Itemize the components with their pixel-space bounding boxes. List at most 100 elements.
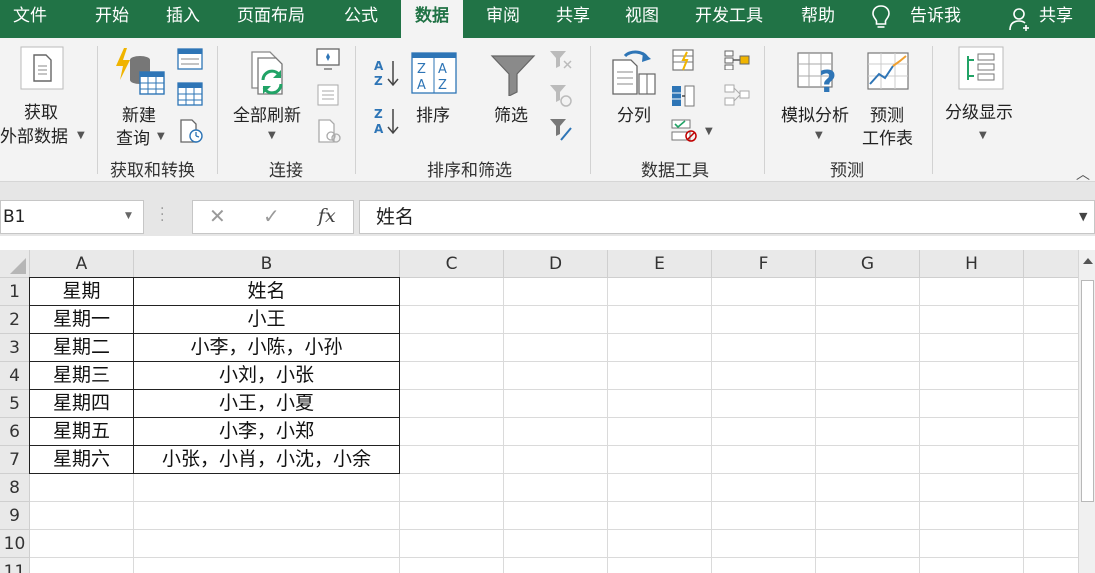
cell-c8[interactable] bbox=[400, 474, 504, 502]
tab-share[interactable]: 共享 bbox=[556, 0, 590, 38]
what-if-analysis-label[interactable]: 模拟分析 bbox=[781, 101, 849, 126]
cell-i8[interactable] bbox=[1024, 474, 1078, 502]
cell-h4[interactable] bbox=[920, 362, 1024, 390]
cell-d11[interactable] bbox=[504, 558, 608, 573]
row-header-4[interactable]: 4 bbox=[0, 362, 30, 390]
cell-d6[interactable] bbox=[504, 418, 608, 446]
column-header-b[interactable]: B bbox=[134, 250, 400, 278]
select-all-corner[interactable] bbox=[0, 250, 30, 278]
column-header-i[interactable] bbox=[1024, 250, 1078, 278]
tab-file[interactable]: 文件 bbox=[13, 0, 47, 38]
forecast-sheet-icon[interactable] bbox=[867, 52, 909, 90]
name-box[interactable]: B1 bbox=[0, 200, 144, 234]
cell-c1[interactable] bbox=[400, 278, 504, 306]
tab-help[interactable]: 帮助 bbox=[801, 0, 835, 38]
cell-a3[interactable]: 星期二 bbox=[29, 333, 134, 362]
cell-c6[interactable] bbox=[400, 418, 504, 446]
cell-g1[interactable] bbox=[816, 278, 920, 306]
consolidate-icon[interactable] bbox=[724, 50, 750, 70]
cell-h3[interactable] bbox=[920, 334, 1024, 362]
enter-check-icon[interactable]: ✓ bbox=[263, 204, 280, 228]
row-header-5[interactable]: 5 bbox=[0, 390, 30, 418]
cell-a2[interactable]: 星期一 bbox=[29, 305, 134, 334]
cell-b6[interactable]: 小李，小郑 bbox=[133, 417, 400, 446]
sort-label[interactable]: 排序 bbox=[416, 101, 450, 126]
tell-me-box[interactable]: 告诉我 bbox=[910, 0, 961, 38]
text-to-columns-label[interactable]: 分列 bbox=[617, 101, 651, 126]
cell-g6[interactable] bbox=[816, 418, 920, 446]
cell-f8[interactable] bbox=[712, 474, 816, 502]
cell-f7[interactable] bbox=[712, 446, 816, 474]
cell-f4[interactable] bbox=[712, 362, 816, 390]
text-to-columns-icon[interactable] bbox=[611, 50, 657, 96]
cell-i2[interactable] bbox=[1024, 306, 1078, 334]
forecast-sheet-label-1[interactable]: 预测 bbox=[870, 101, 904, 126]
outline-icon[interactable] bbox=[958, 46, 1004, 90]
cell-b9[interactable] bbox=[134, 502, 400, 530]
row-header-11[interactable]: 11 bbox=[0, 558, 30, 573]
cell-d5[interactable] bbox=[504, 390, 608, 418]
column-header-g[interactable]: G bbox=[816, 250, 920, 278]
new-query-label-1[interactable]: 新建 bbox=[122, 101, 156, 126]
cell-a7[interactable]: 星期六 bbox=[29, 445, 134, 474]
cell-d1[interactable] bbox=[504, 278, 608, 306]
row-header-1[interactable]: 1 bbox=[0, 278, 30, 306]
cell-d8[interactable] bbox=[504, 474, 608, 502]
tab-page-layout[interactable]: 页面布局 bbox=[237, 0, 305, 38]
cell-c3[interactable] bbox=[400, 334, 504, 362]
cell-b7[interactable]: 小张，小肖，小沈，小余 bbox=[133, 445, 400, 474]
collapse-ribbon-icon[interactable]: ︿ bbox=[1076, 164, 1090, 184]
cell-f5[interactable] bbox=[712, 390, 816, 418]
cell-e8[interactable] bbox=[608, 474, 712, 502]
connections-icon[interactable] bbox=[316, 48, 340, 70]
filter-label[interactable]: 筛选 bbox=[494, 101, 528, 126]
row-header-3[interactable]: 3 bbox=[0, 334, 30, 362]
share-button[interactable]: 共享 bbox=[1039, 0, 1073, 38]
cell-a6[interactable]: 星期五 bbox=[29, 417, 134, 446]
cell-e7[interactable] bbox=[608, 446, 712, 474]
column-header-d[interactable]: D bbox=[504, 250, 608, 278]
cell-g3[interactable] bbox=[816, 334, 920, 362]
tab-view[interactable]: 视图 bbox=[625, 0, 659, 38]
row-header-7[interactable]: 7 bbox=[0, 446, 30, 474]
cell-a1[interactable]: 星期 bbox=[29, 277, 134, 306]
cell-a5[interactable]: 星期四 bbox=[29, 389, 134, 418]
cell-f2[interactable] bbox=[712, 306, 816, 334]
cell-h5[interactable] bbox=[920, 390, 1024, 418]
row-header-10[interactable]: 10 bbox=[0, 530, 30, 558]
cell-b11[interactable] bbox=[134, 558, 400, 573]
scroll-up-icon[interactable] bbox=[1083, 258, 1093, 264]
cell-b5[interactable]: 小王，小夏 bbox=[133, 389, 400, 418]
cell-c4[interactable] bbox=[400, 362, 504, 390]
cell-e1[interactable] bbox=[608, 278, 712, 306]
cell-h2[interactable] bbox=[920, 306, 1024, 334]
cell-h1[interactable] bbox=[920, 278, 1024, 306]
row-header-2[interactable]: 2 bbox=[0, 306, 30, 334]
cell-i9[interactable] bbox=[1024, 502, 1078, 530]
cell-d4[interactable] bbox=[504, 362, 608, 390]
cell-e9[interactable] bbox=[608, 502, 712, 530]
cell-h9[interactable] bbox=[920, 502, 1024, 530]
cell-d3[interactable] bbox=[504, 334, 608, 362]
cell-c7[interactable] bbox=[400, 446, 504, 474]
cell-g8[interactable] bbox=[816, 474, 920, 502]
remove-duplicates-icon[interactable] bbox=[671, 84, 695, 108]
cell-c10[interactable] bbox=[400, 530, 504, 558]
cell-b1[interactable]: 姓名 bbox=[133, 277, 400, 306]
cell-c11[interactable] bbox=[400, 558, 504, 573]
cell-h7[interactable] bbox=[920, 446, 1024, 474]
cell-h11[interactable] bbox=[920, 558, 1024, 573]
expand-formula-bar-icon[interactable]: ▼ bbox=[1079, 210, 1087, 223]
outline-label[interactable]: 分级显示 bbox=[945, 98, 1013, 123]
column-header-c[interactable]: C bbox=[400, 250, 504, 278]
flash-fill-icon[interactable] bbox=[671, 48, 695, 72]
cell-i11[interactable] bbox=[1024, 558, 1078, 573]
cell-c2[interactable] bbox=[400, 306, 504, 334]
sort-descending-icon[interactable]: Z A bbox=[373, 106, 399, 136]
cancel-icon[interactable]: ✕ bbox=[209, 204, 226, 228]
cell-f11[interactable] bbox=[712, 558, 816, 573]
formula-input[interactable]: 姓名 bbox=[359, 200, 1095, 234]
cell-i6[interactable] bbox=[1024, 418, 1078, 446]
row-header-9[interactable]: 9 bbox=[0, 502, 30, 530]
cell-h10[interactable] bbox=[920, 530, 1024, 558]
